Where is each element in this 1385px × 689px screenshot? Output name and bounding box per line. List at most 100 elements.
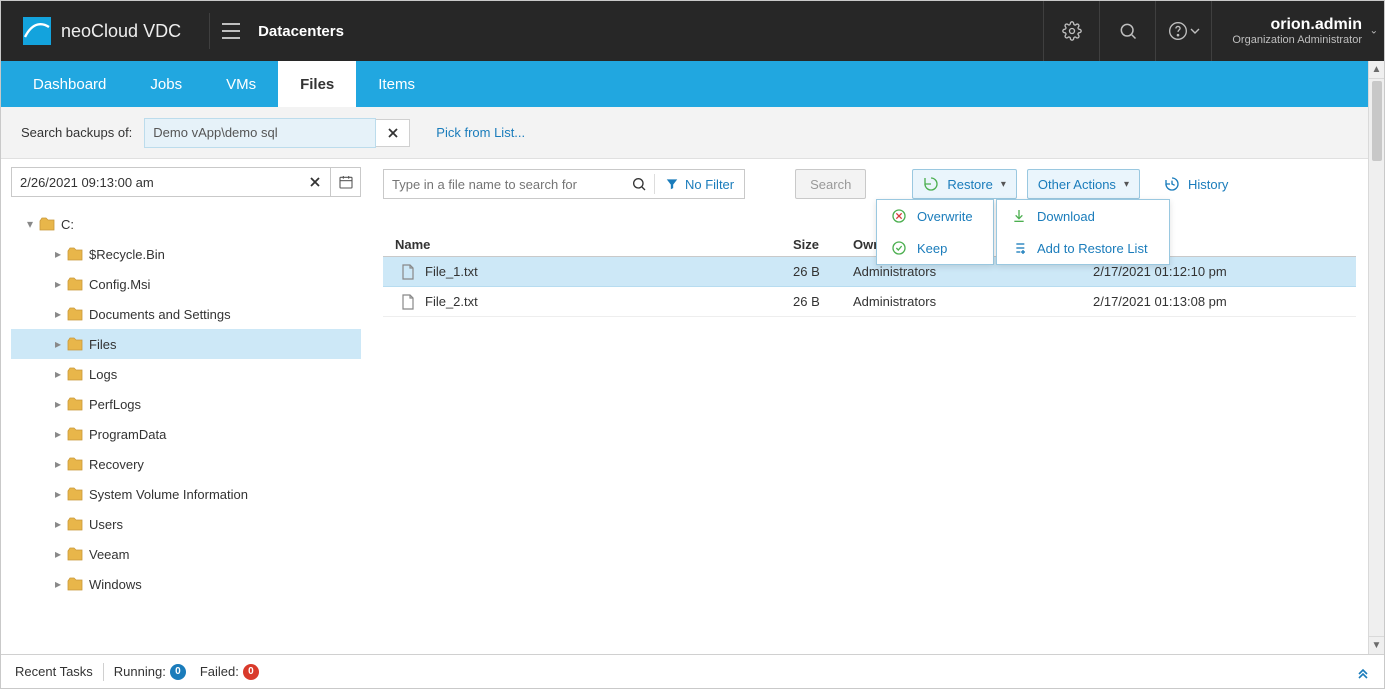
search-button[interactable]: Search (795, 169, 866, 199)
file-search-box[interactable]: No Filter (383, 169, 745, 199)
clear-date-button[interactable] (300, 168, 330, 196)
restore-date-input[interactable] (12, 175, 300, 190)
calendar-button[interactable] (330, 168, 360, 196)
folder-label: Logs (89, 367, 117, 382)
user-role: Organization Administrator (1232, 34, 1362, 46)
folder-label: Files (89, 337, 116, 352)
scrollbar[interactable]: ▲ ▼ (1368, 61, 1384, 654)
table-row[interactable]: File_2.txt26 BAdministrators2/17/2021 01… (383, 287, 1356, 317)
expand-icon[interactable]: ▸ (51, 277, 65, 291)
scroll-thumb[interactable] (1372, 81, 1382, 161)
folder-icon (67, 367, 83, 381)
tab-items[interactable]: Items (356, 61, 437, 107)
expand-icon[interactable]: ▸ (51, 487, 65, 501)
col-name[interactable]: Name (383, 237, 793, 252)
app-title: neoCloud VDC (61, 21, 181, 42)
chevron-down-icon: ▾ (1001, 179, 1006, 190)
clear-button[interactable] (376, 119, 410, 147)
other-actions-button[interactable]: Other Actions ▾ (1027, 169, 1140, 199)
restore-keep[interactable]: Keep (877, 232, 993, 264)
tree-folder[interactable]: ▸Users (11, 509, 361, 539)
filter-button[interactable]: No Filter (655, 177, 744, 192)
tab-vms[interactable]: VMs (204, 61, 278, 107)
file-size: 26 B (793, 294, 853, 309)
search-icon (1118, 21, 1138, 41)
tab-jobs[interactable]: Jobs (128, 61, 204, 107)
failed-count: 0 (243, 664, 259, 680)
expand-icon[interactable]: ▸ (51, 427, 65, 441)
list-add-icon (1011, 240, 1027, 256)
tree-root[interactable]: ▾ C: (11, 209, 361, 239)
backup-target-input[interactable] (145, 125, 375, 140)
expand-icon[interactable]: ▸ (51, 517, 65, 531)
folder-icon (67, 397, 83, 411)
tree-folder[interactable]: ▸ Logs (11, 359, 361, 389)
expand-icon[interactable]: ▸ (51, 457, 65, 471)
file-search-input[interactable] (384, 177, 624, 192)
tree-folder[interactable]: ▸$Recycle.Bin (11, 239, 361, 269)
expand-icon[interactable]: ▸ (51, 577, 65, 591)
gear-icon (1062, 21, 1082, 41)
backup-search-bar: Search backups of: Pick from List... (1, 107, 1368, 159)
tree-folder[interactable]: ▸ Files (11, 329, 361, 359)
tree-folder[interactable]: ▸Recovery (11, 449, 361, 479)
folder-icon (67, 517, 83, 531)
expand-icon[interactable]: ▸ (51, 247, 65, 261)
help-button[interactable] (1155, 1, 1211, 61)
add-restore-list-action[interactable]: Add to Restore List (997, 232, 1169, 264)
tab-files[interactable]: Files (278, 61, 356, 107)
chevron-down-icon: ▾ (1124, 179, 1129, 190)
expand-icon[interactable]: ▸ (51, 307, 65, 321)
tree-folder[interactable]: ▸Config.Msi (11, 269, 361, 299)
backup-target-field[interactable] (144, 118, 376, 148)
scroll-up[interactable]: ▲ (1369, 61, 1384, 79)
file-search-button[interactable] (624, 176, 654, 192)
chevron-down-icon: ⌄ (1370, 26, 1378, 37)
calendar-icon (338, 174, 354, 190)
tree-folder[interactable]: ▸System Volume Information (11, 479, 361, 509)
pick-from-list-link[interactable]: Pick from List... (436, 125, 525, 140)
folder-tree: ▾ C: ▸$Recycle.Bin▸Config.Msi▸Documents … (11, 209, 361, 599)
search-icon (631, 176, 647, 192)
menu-icon[interactable] (220, 19, 244, 43)
tree-folder[interactable]: ▸Documents and Settings (11, 299, 361, 329)
folder-label: Veeam (89, 547, 129, 562)
disk-icon (39, 217, 55, 231)
expand-tasks-button[interactable] (1356, 665, 1370, 679)
search-button[interactable] (1099, 1, 1155, 61)
collapse-icon[interactable]: ▾ (23, 217, 37, 231)
expand-icon[interactable]: ▸ (51, 547, 65, 561)
tree-folder[interactable]: ▸Windows (11, 569, 361, 599)
tree-folder[interactable]: ▸PerfLogs (11, 389, 361, 419)
col-size[interactable]: Size (793, 237, 853, 252)
nav-datacenters[interactable]: Datacenters (258, 23, 344, 40)
history-button[interactable]: History (1164, 176, 1228, 192)
expand-icon[interactable]: ▸ (51, 397, 65, 411)
logo-icon (23, 17, 51, 45)
close-icon (309, 176, 321, 188)
restore-label: Restore (947, 177, 993, 192)
overwrite-icon (891, 208, 907, 224)
restore-overwrite[interactable]: Overwrite (877, 200, 993, 232)
folder-icon (67, 277, 83, 291)
expand-icon[interactable]: ▸ (51, 337, 65, 351)
running-count: 0 (170, 664, 186, 680)
download-action[interactable]: Download (997, 200, 1169, 232)
restore-point-selector[interactable] (11, 167, 361, 197)
recent-tasks-label[interactable]: Recent Tasks (15, 664, 93, 679)
tree-folder[interactable]: ▸ Veeam (11, 539, 361, 569)
download-icon (1011, 208, 1027, 224)
scroll-down[interactable]: ▼ (1369, 636, 1384, 654)
user-menu[interactable]: orion.admin Organization Administrator ⌄ (1211, 1, 1384, 61)
tab-dashboard[interactable]: Dashboard (11, 61, 128, 107)
file-name: File_1.txt (425, 264, 478, 279)
file-size: 26 B (793, 264, 853, 279)
history-icon (1164, 176, 1180, 192)
restore-button[interactable]: Restore ▾ (912, 169, 1017, 199)
settings-button[interactable] (1043, 1, 1099, 61)
table-row[interactable]: File_1.txt26 BAdministrators2/17/2021 01… (383, 257, 1356, 287)
expand-icon[interactable]: ▸ (51, 367, 65, 381)
user-name: orion.admin (1270, 16, 1362, 34)
chevron-down-icon (1190, 26, 1200, 36)
tree-folder[interactable]: ▸ProgramData (11, 419, 361, 449)
